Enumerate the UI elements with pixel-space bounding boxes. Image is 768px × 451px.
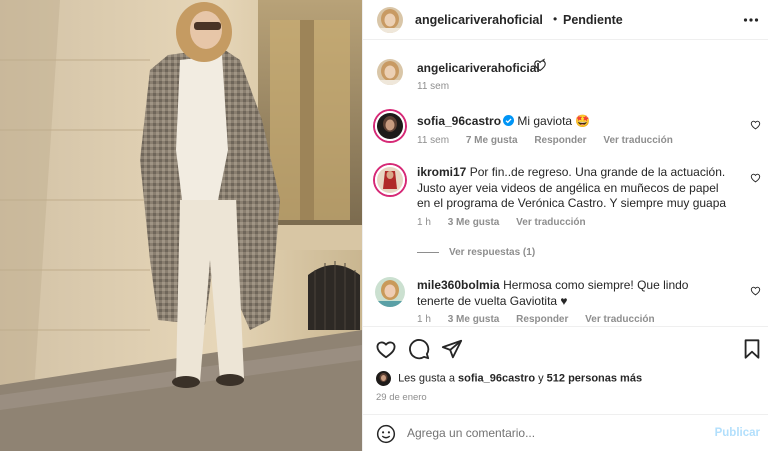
comment-meta: 1 h 3 Me gusta Responder Ver traducción bbox=[417, 314, 669, 325]
comment-username[interactable]: mile360bolmia bbox=[417, 278, 500, 292]
caption-author-avatar[interactable] bbox=[377, 59, 403, 85]
comment-username[interactable]: sofia_96castro bbox=[417, 114, 501, 128]
view-replies-button[interactable]: Ver respuestas (1) bbox=[417, 247, 535, 258]
comments-list[interactable]: angelicariverahoficial 11 sem sofia_96ca… bbox=[363, 41, 768, 326]
commenter-avatar[interactable] bbox=[375, 165, 405, 195]
comment-body: ikromi17 Por fin..de regreso. Una grande… bbox=[417, 165, 727, 212]
comment-time: 1 h bbox=[417, 314, 431, 325]
commenter-avatar[interactable] bbox=[375, 277, 405, 307]
comment-time: 11 sem bbox=[417, 135, 450, 146]
share-icon[interactable] bbox=[441, 338, 463, 360]
comment-heart-icon[interactable] bbox=[750, 119, 761, 130]
reply-button[interactable]: Responder bbox=[516, 314, 568, 325]
comment-meta: 11 sem 7 Me gusta Responder Ver traducci… bbox=[417, 135, 687, 146]
likes-summary[interactable]: Les gusta a sofia_96castro y 512 persona… bbox=[376, 371, 642, 389]
translate-button[interactable]: Ver traducción bbox=[516, 217, 585, 228]
replies-divider-line bbox=[417, 251, 439, 253]
separator-dot: • bbox=[553, 12, 558, 26]
commenter-avatar[interactable] bbox=[375, 111, 405, 141]
comment-likes[interactable]: 3 Me gusta bbox=[448, 314, 500, 325]
comment-meta: 1 h 3 Me gusta Ver traducción bbox=[417, 217, 600, 228]
comment-body: sofia_96castro Mi gaviota 🤩 bbox=[417, 114, 727, 130]
likes-others[interactable]: 512 personas más bbox=[547, 372, 642, 384]
heart-icon[interactable] bbox=[375, 338, 397, 360]
publish-button[interactable]: Publicar bbox=[715, 427, 760, 439]
post-photo[interactable] bbox=[0, 0, 362, 451]
translate-button[interactable]: Ver traducción bbox=[585, 314, 654, 325]
verified-badge-icon bbox=[503, 115, 515, 126]
comment-text: Mi gaviota 🤩 bbox=[517, 114, 591, 128]
liker-avatar bbox=[376, 371, 391, 386]
reply-button[interactable]: Responder bbox=[534, 135, 586, 146]
likes-prefix: Les gusta a bbox=[398, 372, 455, 385]
liker-username[interactable]: sofia_96castro bbox=[458, 372, 535, 384]
author-username[interactable]: angelicariverahoficial bbox=[415, 13, 543, 27]
comment-body: mile360bolmia Hermosa como siempre! Que … bbox=[417, 278, 727, 309]
likes-conjunction: y bbox=[538, 372, 544, 385]
view-replies-label: Ver respuestas (1) bbox=[449, 247, 536, 258]
comment-time: 1 h bbox=[417, 217, 431, 228]
comment-heart-icon[interactable] bbox=[750, 172, 761, 183]
caption-username[interactable]: angelicariverahoficial bbox=[417, 61, 540, 75]
follow-status-button[interactable]: Pendiente bbox=[563, 13, 623, 27]
translate-button[interactable]: Ver traducción bbox=[603, 135, 672, 146]
comment-likes[interactable]: 3 Me gusta bbox=[448, 217, 500, 228]
caption-time: 11 sem bbox=[417, 81, 450, 92]
bookmark-icon[interactable] bbox=[741, 338, 763, 360]
post-header: angelicariverahoficial • Pendiente bbox=[363, 0, 768, 40]
more-horizontal-icon[interactable] bbox=[743, 12, 759, 28]
comment-username[interactable]: ikromi17 bbox=[417, 165, 466, 179]
post-image bbox=[0, 0, 362, 451]
comment-likes[interactable]: 7 Me gusta bbox=[466, 135, 518, 146]
post-date: 29 de enero bbox=[376, 392, 427, 403]
add-comment-bar: Publicar bbox=[363, 414, 768, 451]
emoji-icon[interactable] bbox=[376, 424, 396, 444]
comment-heart-icon[interactable] bbox=[750, 285, 761, 296]
comment-input[interactable] bbox=[407, 423, 707, 443]
comment-icon[interactable] bbox=[408, 338, 430, 360]
post-side-panel: angelicariverahoficial • Pendiente angel… bbox=[362, 0, 768, 451]
author-avatar[interactable] bbox=[377, 7, 403, 33]
heart-with-ribbon-emoji-icon bbox=[534, 58, 546, 72]
